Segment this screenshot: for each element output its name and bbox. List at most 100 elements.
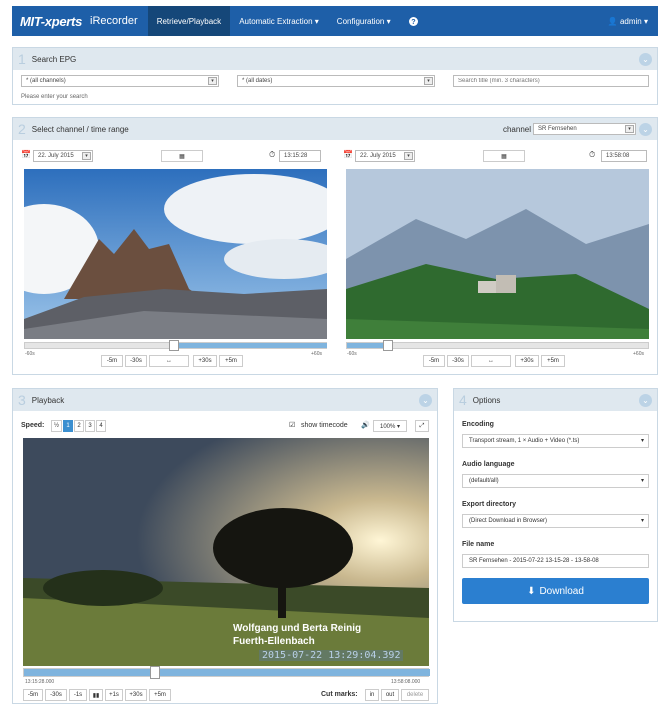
end-range-slider[interactable] [346, 340, 649, 351]
playback-header: 3 Playback ⌄ [13, 389, 437, 411]
nav-configuration[interactable]: Configuration ▾ [328, 6, 400, 36]
calendar-icon: 📅 [21, 150, 31, 159]
playback-handle[interactable] [150, 666, 160, 679]
channel-select[interactable]: SR Fernsehen ▾ [533, 123, 636, 135]
cut-delete-button[interactable]: delete [401, 689, 429, 701]
play-plus-5m-button[interactable]: +5m [149, 689, 171, 701]
cut-out-button[interactable]: out [381, 689, 399, 701]
collapse-icon[interactable]: ⌄ [419, 393, 432, 407]
chevron-down-icon: ▾ [640, 438, 644, 444]
file-name-input[interactable]: SR Fernsehen - 2015-07-22 13-15-28 - 13-… [462, 554, 649, 568]
chevron-down-icon: ▾ [625, 125, 634, 133]
audio-language-select[interactable]: (default/all) ▾ [462, 474, 649, 488]
start-date-select[interactable]: 22. July 2015 ▾ [33, 150, 93, 162]
start-time-input[interactable]: 13:15:28 [279, 150, 321, 162]
end-minus-5m-button[interactable]: -5m [423, 355, 445, 367]
speed-half-button[interactable]: ½ [51, 420, 62, 432]
end-frame-image [346, 169, 649, 339]
end-expand-button[interactable]: ↔ [471, 355, 511, 367]
collapse-icon[interactable]: ⌄ [639, 122, 652, 136]
start-range-slider[interactable] [24, 340, 327, 351]
clock-icon: ⏱ [269, 150, 276, 159]
end-time-input[interactable]: 13:58:08 [601, 150, 647, 162]
encoding-select[interactable]: Transport stream, 1 × Audio + Video (*.t… [462, 434, 649, 448]
video-timecode: 2015-07-22 13:29:04.392 [259, 650, 404, 661]
step-number: 2 [18, 121, 26, 137]
speed-2-button[interactable]: 2 [74, 420, 84, 432]
playback-end: 13:58:08.000 [391, 679, 421, 685]
navbar: MIT-xperts iRecorder Retrieve/Playback A… [12, 6, 658, 36]
speed-3-button[interactable]: 3 [85, 420, 95, 432]
step-number: 3 [18, 392, 26, 408]
chevron-down-icon: ▾ [208, 77, 217, 85]
playback-fill [24, 669, 430, 676]
user-menu-label: admin ▾ [619, 16, 648, 26]
fullscreen-button[interactable]: ⤢ [415, 420, 429, 432]
end-range-handle[interactable] [383, 340, 393, 351]
start-expand-button[interactable]: ↔ [149, 355, 189, 367]
end-minus-30s-button[interactable]: -30s [447, 355, 469, 367]
play-minus-5m-button[interactable]: -5m [23, 689, 43, 701]
download-icon: ⬇ [527, 585, 536, 597]
download-button[interactable]: ⬇ Download [462, 578, 649, 604]
show-timecode-checkbox[interactable]: ☑ [289, 421, 295, 429]
video-player[interactable]: Wolfgang und Berta Reinig Fuerth-Ellenba… [23, 438, 429, 666]
cut-marks-label: Cut marks: [321, 691, 358, 698]
end-plus-5m-button[interactable]: +5m [541, 355, 565, 367]
pause-button[interactable]: ▮▮ [89, 689, 103, 701]
end-range-max: +60s [633, 351, 644, 357]
audio-language-value: (default/all) [469, 478, 499, 484]
help-icon[interactable]: ? [400, 6, 427, 36]
collapse-icon[interactable]: ⌄ [639, 393, 652, 407]
overlay-line-1: Wolfgang und Berta Reinig [233, 623, 362, 634]
end-grid-button[interactable]: ▦ [483, 150, 525, 162]
step-number: 4 [459, 392, 467, 408]
panel-title: Select channel / time range [31, 124, 129, 134]
start-grid-button[interactable]: ▦ [161, 150, 203, 162]
start-minus-5m-button[interactable]: -5m [101, 355, 123, 367]
brand-logo: MIT-xperts [20, 13, 83, 29]
start-date-value: 22. July 2015 [38, 153, 74, 159]
export-directory-label: Export directory [462, 501, 517, 508]
channel-range-panel: 2 Select channel / time range channel SR… [12, 117, 658, 375]
encoding-value: Transport stream, 1 × Audio + Video (*.t… [469, 438, 580, 444]
end-range-fill [347, 343, 383, 348]
channel-filter-select[interactable]: * (all channels) ▾ [21, 75, 219, 87]
video-overlay-title: Wolfgang und Berta Reinig Fuerth-Ellenba… [233, 622, 361, 648]
volume-select[interactable]: 100% ▾ [373, 420, 407, 432]
title-search-input[interactable] [453, 75, 649, 87]
export-directory-value: (Direct Download in Browser) [469, 518, 548, 524]
grid-icon: ▦ [179, 153, 185, 160]
playback-slider[interactable] [23, 666, 430, 679]
app-name: iRecorder [90, 15, 138, 27]
collapse-icon[interactable]: ⌄ [639, 52, 652, 66]
encoding-label: Encoding [462, 421, 494, 428]
start-plus-5m-button[interactable]: +5m [219, 355, 243, 367]
date-filter-select[interactable]: * (all dates) ▾ [237, 75, 435, 87]
start-range-handle[interactable] [169, 340, 179, 351]
chevron-down-icon: ▾ [424, 77, 433, 85]
end-date-select[interactable]: 22. July 2015 ▾ [355, 150, 415, 162]
start-plus-30s-button[interactable]: +30s [193, 355, 217, 367]
start-range-min: -60s [25, 351, 35, 357]
export-directory-select[interactable]: (Direct Download in Browser) ▾ [462, 514, 649, 528]
start-minus-30s-button[interactable]: -30s [125, 355, 147, 367]
download-label: Download [539, 585, 584, 597]
panel-title: Options [472, 395, 501, 405]
speed-1-button[interactable]: 1 [63, 420, 73, 432]
play-plus-1s-button[interactable]: +1s [105, 689, 123, 701]
play-minus-1s-button[interactable]: -1s [69, 689, 87, 701]
speed-4-button[interactable]: 4 [96, 420, 106, 432]
nav-automatic-extraction[interactable]: Automatic Extraction ▾ [230, 6, 328, 36]
playback-panel: 3 Playback ⌄ Speed: ½ 1 2 3 4 ☑ show tim… [12, 388, 438, 704]
cut-in-button[interactable]: in [365, 689, 379, 701]
end-plus-30s-button[interactable]: +30s [515, 355, 539, 367]
chevron-down-icon: ▾ [640, 518, 644, 524]
end-range-min: -60s [347, 351, 357, 357]
user-menu[interactable]: 👤 admin ▾ [608, 17, 648, 26]
channel-range-header: 2 Select channel / time range channel SR… [13, 118, 657, 140]
play-plus-30s-button[interactable]: +30s [125, 689, 147, 701]
play-minus-30s-button[interactable]: -30s [45, 689, 67, 701]
nav-retrieve-playback[interactable]: Retrieve/Playback [147, 6, 231, 36]
panel-title: Search EPG [31, 54, 77, 64]
